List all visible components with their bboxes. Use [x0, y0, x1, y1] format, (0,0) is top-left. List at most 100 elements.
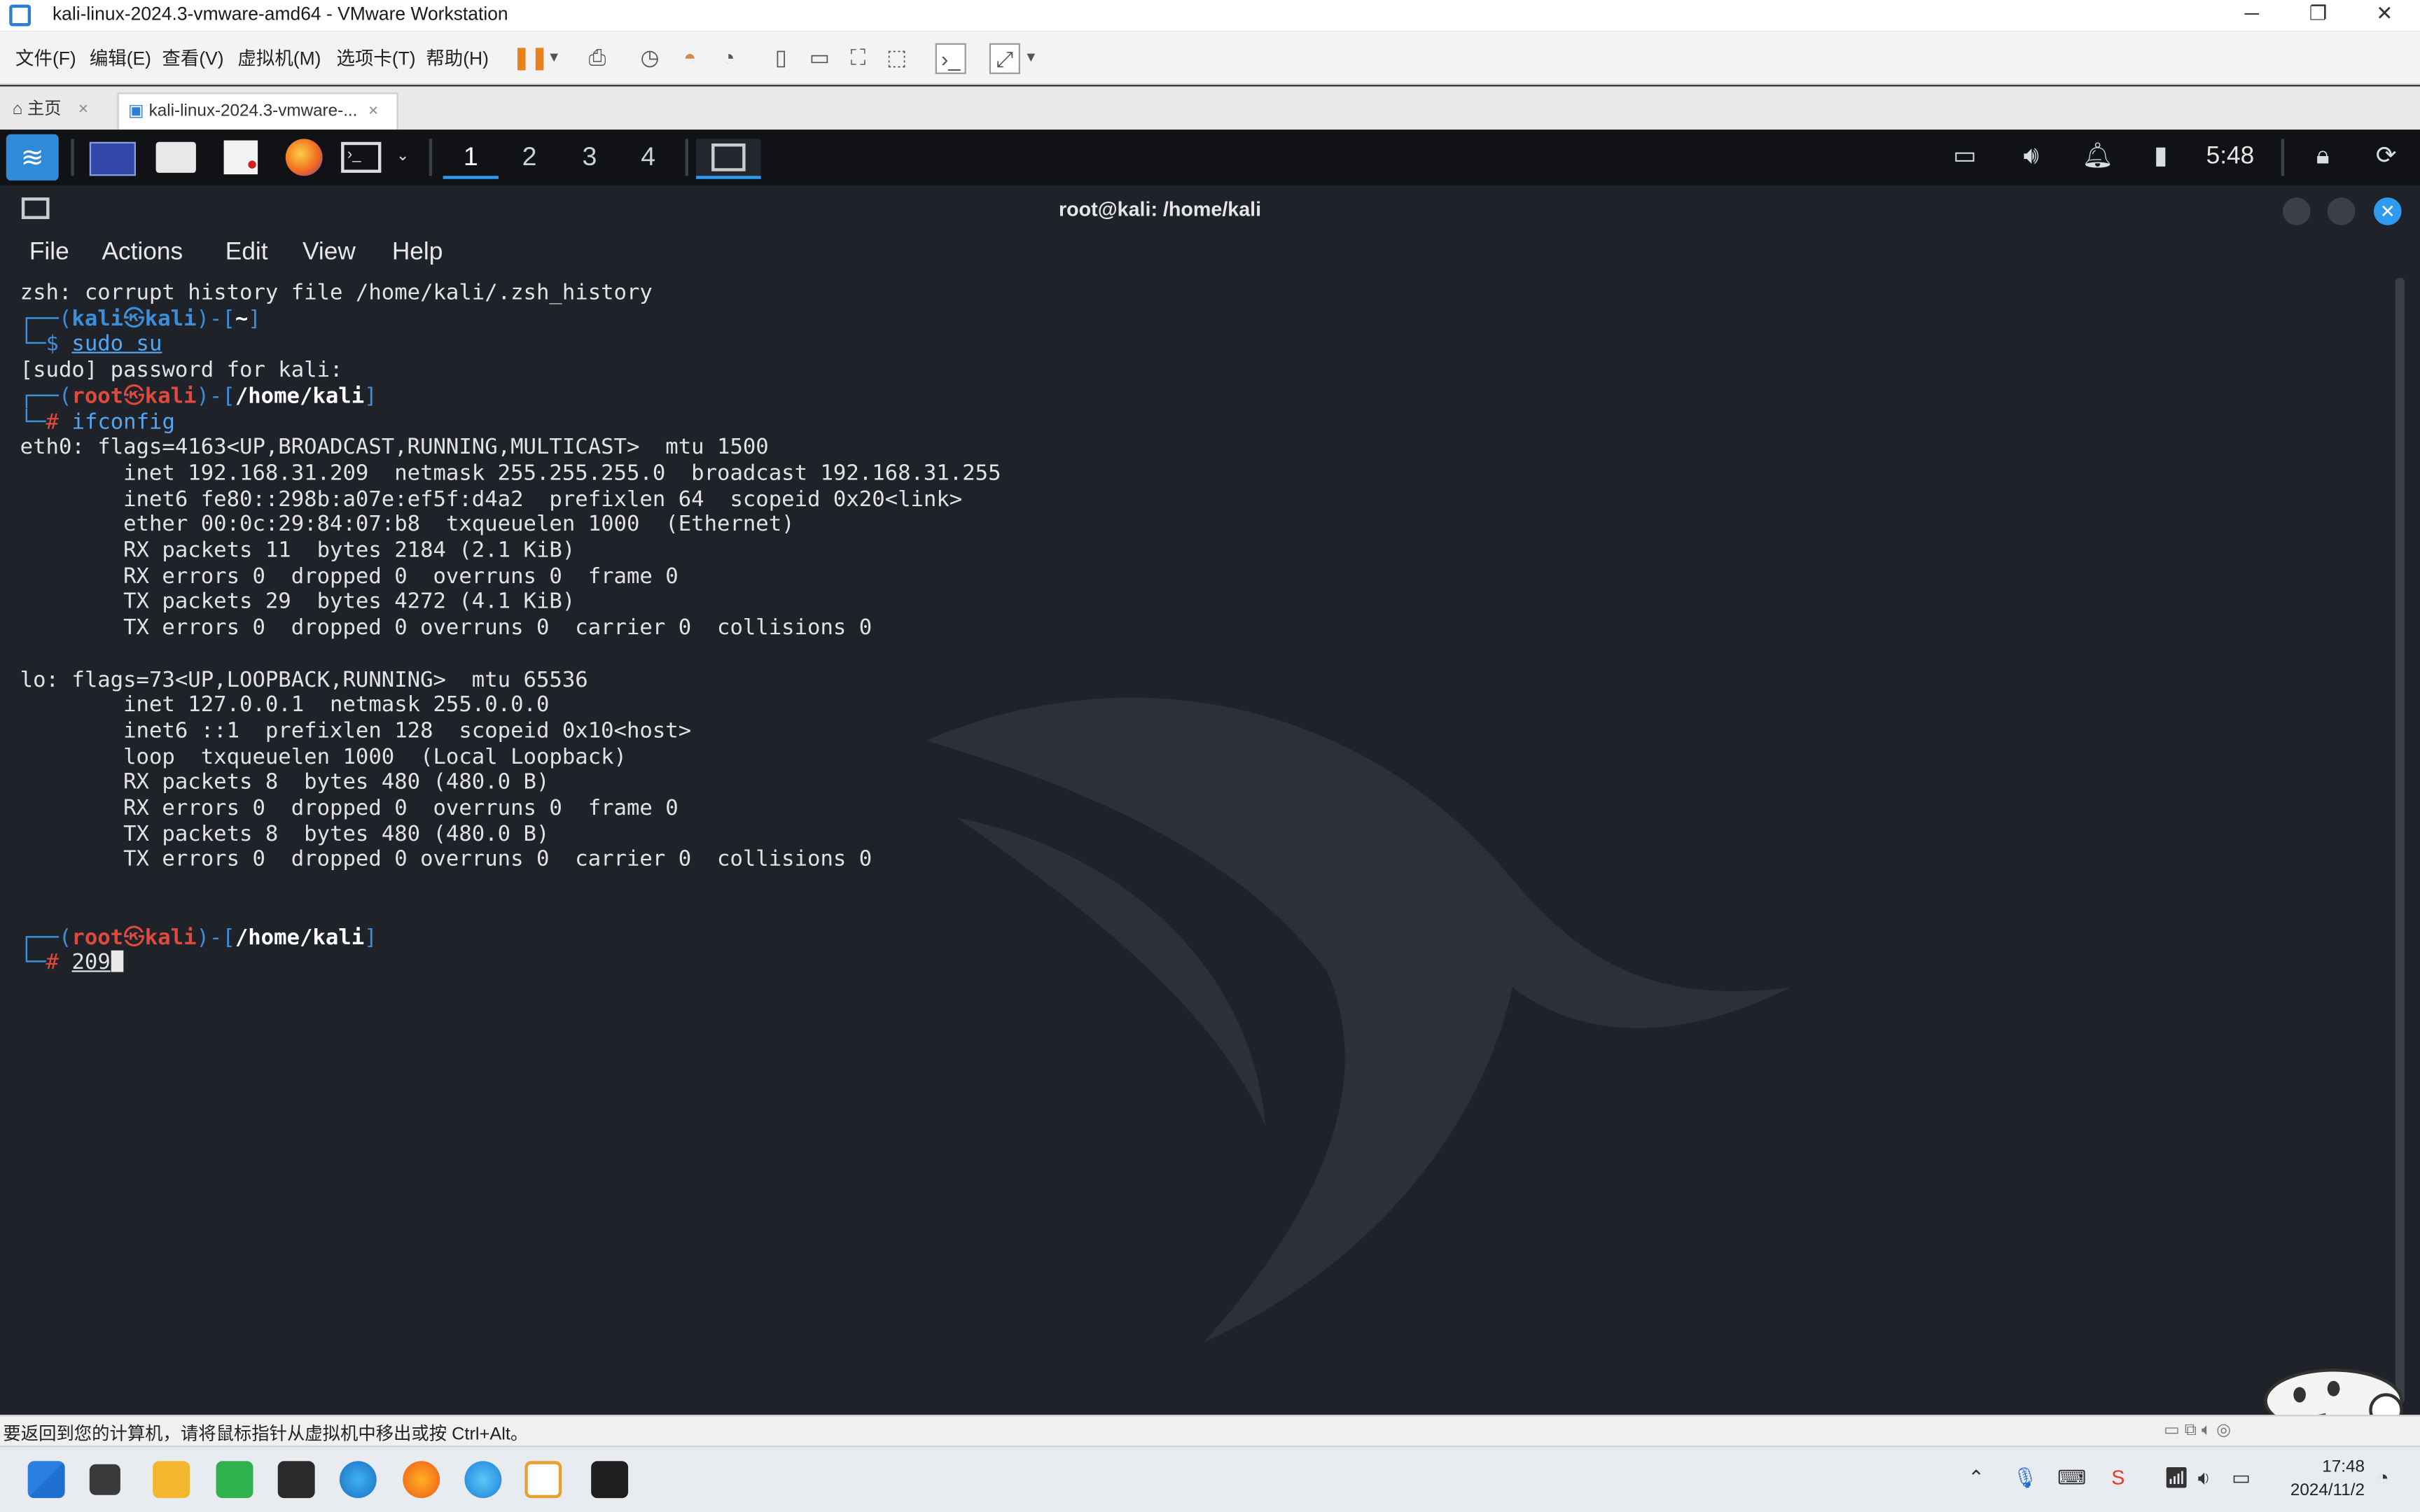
show-hidden-icons[interactable]: ⌃	[1968, 1466, 1984, 1490]
edge-browser-icon[interactable]	[339, 1461, 377, 1499]
unity-icon[interactable]: ⬚	[883, 43, 911, 71]
power-manager-icon[interactable]: ▮	[2146, 139, 2176, 176]
kali-top-panel: ≋ ● ›_ ⌄ 1 2 3 4 ▭ 🔊︎ 🔔︎ ▮ 5:48 🔒︎ ⟳	[0, 130, 2420, 186]
launcher-dropdown-icon[interactable]: ⌄	[392, 139, 414, 176]
prompt-line: ┌──(kali㉿kali)-[~]	[20, 306, 261, 332]
sogou-icon[interactable]: S	[2111, 1466, 2125, 1489]
notification-center-icon[interactable]: ◔	[2377, 1466, 2388, 1489]
command-sudo: sudo su	[71, 332, 162, 358]
menu-file[interactable]: 文件(F)	[15, 45, 76, 71]
menu-view[interactable]: 查看(V)	[162, 45, 223, 71]
terminal-output[interactable]: zsh: corrupt history file /home/kali/.zs…	[20, 281, 1001, 976]
pause-dropdown-icon[interactable]: ▼	[540, 43, 568, 71]
menu-help[interactable]: 帮助(H)	[426, 45, 489, 71]
output-line: RX errors 0 dropped 0 overruns 0 frame 0	[20, 796, 679, 821]
console-view-icon[interactable]: ›_	[935, 43, 966, 74]
show-desktop-icon[interactable]	[89, 141, 136, 176]
terminal-app-icon	[21, 197, 50, 219]
command-input[interactable]: 209	[71, 951, 110, 975]
terminal-close-button[interactable]: ✕	[2373, 197, 2402, 225]
lock-screen-icon[interactable]: 🔒︎	[2304, 139, 2342, 176]
workspace-2[interactable]: 2	[501, 139, 557, 176]
status-message: 要返回到您的计算机，请将鼠标指针从虚拟机中移出或按 Ctrl+Alt。	[3, 1425, 529, 1445]
vmware-taskbar-icon[interactable]	[524, 1461, 562, 1499]
terminal-minimize-button[interactable]	[2282, 197, 2311, 225]
terminal-maximize-button[interactable]	[2327, 197, 2356, 225]
output-line: RX errors 0 dropped 0 overruns 0 frame 0	[20, 564, 679, 589]
tab-home[interactable]: ⌂ 主页 ×	[3, 92, 111, 130]
terminal-scrollbar[interactable]	[2395, 277, 2405, 1404]
taskbar-terminal-window[interactable]	[696, 139, 761, 179]
browser-icon-blue[interactable]	[464, 1461, 502, 1499]
microphone-icon[interactable]: 🎙︎	[2012, 1466, 2038, 1490]
ime-icon[interactable]: ⌨	[2057, 1466, 2086, 1490]
clock-time: 17:48	[2322, 1457, 2365, 1477]
wifi-icon[interactable]: 📶︎	[2164, 1466, 2189, 1490]
snapshot-manager-icon[interactable]: ◔	[714, 43, 742, 71]
send-ctrl-alt-del-icon[interactable]: ⎙	[583, 43, 611, 71]
display-icon[interactable]: ▭	[1948, 139, 1982, 176]
revert-snapshot-icon[interactable]: ◓	[676, 43, 704, 71]
tab-kali-vm[interactable]: ▣ kali-linux-2024.3-vmware-... ×	[117, 92, 398, 130]
volume-icon[interactable]: 🔊︎	[2012, 139, 2050, 176]
output-line: inet6 fe80::298b:a07e:ef5f:d4a2 prefixle…	[20, 486, 963, 512]
stretch-dropdown-icon[interactable]: ▼	[1017, 43, 1045, 71]
workspace-3[interactable]: 3	[562, 139, 617, 176]
text-editor-icon[interactable]: ●	[223, 140, 258, 175]
pause-icon[interactable]: ❚❚	[513, 43, 549, 71]
full-screen-icon[interactable]: ⛶	[844, 43, 872, 71]
terminal-menu-help[interactable]: Help	[392, 239, 443, 267]
device-status-icons[interactable]: ▭ ⧉ 🔈︎ ◎	[2164, 1420, 2231, 1441]
root-prompt-line: ┌──(root㉿kali)-[/home/kali]	[20, 384, 377, 409]
output-line: inet 192.168.31.209 netmask 255.255.255.…	[20, 461, 1001, 486]
root-prompt-symbol: └─#	[20, 410, 59, 435]
output-line: eth0: flags=4163<UP,BROADCAST,RUNNING,MU…	[20, 435, 769, 461]
system-clock[interactable]: 17:48 2024/11/2	[2290, 1457, 2365, 1503]
output-line: RX packets 8 bytes 480 (480.0 B)	[20, 770, 550, 795]
menu-edit[interactable]: 编辑(E)	[90, 45, 151, 71]
menu-vm[interactable]: 虚拟机(M)	[237, 45, 321, 71]
windows-taskbar: ⌃ 🎙︎ ⌨ S 📶︎ 🔉︎ ▭ 17:48 2024/11/2 ◔	[0, 1446, 2420, 1512]
firefox-taskbar-icon[interactable]	[403, 1461, 440, 1499]
menu-tabs[interactable]: 选项卡(T)	[336, 45, 415, 71]
snapshot-icon[interactable]: ◷	[636, 43, 664, 71]
workspace-4[interactable]: 4	[620, 139, 676, 176]
terminal-menu-file[interactable]: File	[29, 239, 69, 267]
windows-start-icon[interactable]	[27, 1461, 65, 1499]
terminal-menu-edit[interactable]: Edit	[225, 239, 268, 267]
logout-icon[interactable]: ⟳	[2367, 139, 2405, 176]
close-button[interactable]: ✕	[2352, 0, 2417, 31]
terminal-titlebar: root@kali: /home/kali ✕	[0, 185, 2420, 234]
output-line: inet6 ::1 prefixlen 128 scopeid 0x10<hos…	[20, 719, 692, 744]
output-line: TX packets 8 bytes 480 (480.0 B)	[20, 822, 550, 847]
speaker-icon[interactable]: 🔉︎	[2198, 1466, 2211, 1490]
kali-menu-icon[interactable]: ≋	[6, 134, 59, 181]
terminal-taskbar-icon[interactable]	[591, 1461, 629, 1499]
library-icon[interactable]: ▯	[767, 43, 795, 71]
tab-vm-close-icon[interactable]: ×	[368, 102, 378, 120]
restore-button[interactable]: ❐	[2286, 0, 2351, 31]
clock-date: 2024/11/2	[2290, 1480, 2365, 1500]
panel-clock[interactable]: 5:48	[2195, 139, 2265, 176]
notifications-icon[interactable]: 🔔︎	[2080, 139, 2114, 176]
tab-vm-label: kali-linux-2024.3-vmware-...	[148, 102, 358, 120]
stretch-guest-icon[interactable]: ⤢	[989, 43, 1020, 74]
tab-home-close-icon[interactable]: ×	[78, 100, 88, 118]
command-ifconfig: ifconfig	[71, 410, 175, 435]
terminal-menu-actions[interactable]: Actions	[102, 239, 183, 267]
app-icon-green[interactable]	[216, 1461, 253, 1499]
thumbnail-bar-icon[interactable]: ▭	[806, 43, 834, 71]
minimize-button[interactable]: ─	[2219, 0, 2284, 31]
file-manager-icon[interactable]	[155, 141, 196, 173]
workspace-1[interactable]: 1	[443, 139, 499, 179]
battery-icon[interactable]: ▭	[2232, 1466, 2251, 1490]
firefox-icon[interactable]	[285, 139, 323, 176]
terminal-menu-view[interactable]: View	[302, 239, 356, 267]
file-explorer-icon[interactable]	[153, 1461, 190, 1499]
terminal-menubar: File Actions Edit View Help	[0, 234, 2420, 274]
terminal-launcher-icon[interactable]: ›_	[341, 141, 382, 173]
app-icon-dark[interactable]	[277, 1461, 315, 1499]
output-line: lo: flags=73<UP,LOOPBACK,RUNNING> mtu 65…	[20, 667, 588, 692]
prompt-symbol: └─$	[20, 332, 72, 358]
task-view-icon[interactable]	[89, 1464, 120, 1495]
